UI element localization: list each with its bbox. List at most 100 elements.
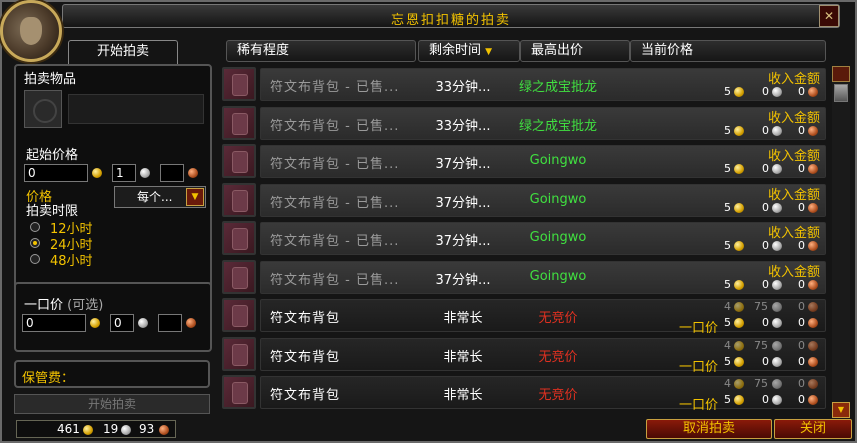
buyout-silver-input[interactable]: 0 xyxy=(110,314,134,332)
top-bidder: Goingwo xyxy=(529,230,587,245)
price-label: 收入金额 xyxy=(767,226,820,241)
close-icon[interactable]: ✕ xyxy=(819,5,839,27)
bid-gold: 4 xyxy=(724,338,731,352)
header-top-bidder[interactable]: 最高出价 xyxy=(520,40,630,62)
price-per-value: 每个... xyxy=(137,190,173,204)
runecloth-bag-icon[interactable] xyxy=(222,182,256,217)
duration-radio-48[interactable] xyxy=(30,254,40,264)
start-price-copper-input[interactable] xyxy=(160,164,184,182)
price-copper: 0 xyxy=(798,162,805,175)
price-copper: 0 xyxy=(798,123,805,137)
buyout-copper-input[interactable] xyxy=(158,314,182,332)
scroll-down-button[interactable]: ▼ xyxy=(832,402,850,418)
silver-coin-icon xyxy=(772,356,782,367)
runecloth-bag-icon[interactable] xyxy=(222,221,256,255)
top-bidder: Goingwo xyxy=(529,268,587,284)
copper-coin-icon xyxy=(808,125,818,136)
item-name: 符文布背包 xyxy=(270,311,341,326)
runecloth-bag-icon[interactable] xyxy=(222,298,256,332)
runecloth-bag-icon[interactable] xyxy=(222,375,256,409)
top-bidder: 无竞价 xyxy=(538,349,578,365)
auction-item-slot[interactable] xyxy=(24,90,62,128)
copper-coin-icon xyxy=(808,379,818,389)
time-left: 33分钟... xyxy=(435,80,491,95)
top-bidder: 无竞价 xyxy=(538,311,578,326)
auction-item-name-box xyxy=(68,94,204,124)
silver-coin-icon xyxy=(772,279,782,290)
price-gold: 5 xyxy=(724,239,731,252)
time-left: 非常长 xyxy=(443,388,483,403)
price-copper: 0 xyxy=(798,277,805,291)
tab-start-auction[interactable]: 开始拍卖 xyxy=(68,40,178,64)
silver-coin-icon xyxy=(772,87,782,97)
table-row[interactable]: 符文布背包 非常长 无竞价 4 75 0 一口价 5 0 0 xyxy=(222,374,826,413)
gold-coin-icon xyxy=(734,87,744,97)
gold-coin-icon xyxy=(734,356,744,367)
runecloth-bag-icon[interactable] xyxy=(222,259,256,294)
buyout-label: 一口价 xyxy=(678,359,718,375)
item-name: 符文布背包 - 已售... xyxy=(270,157,400,172)
item-name: 符文布背包 - 已售... xyxy=(270,234,400,249)
silver-coin-icon xyxy=(772,318,782,328)
header-current-price[interactable]: 当前价格 xyxy=(630,40,826,62)
table-row[interactable]: 符文布背包 - 已售... 37分钟... Goingwo 收入金额 5 0 0 xyxy=(222,182,826,218)
sort-arrow-icon: ▼ xyxy=(485,47,493,57)
price-silver: 0 xyxy=(762,239,769,252)
item-name: 符文布背包 - 已售... xyxy=(270,118,400,134)
character-portrait xyxy=(0,0,62,62)
silver-coin-icon xyxy=(140,168,150,178)
price-per-dropdown[interactable]: 每个... ▼ xyxy=(114,186,206,208)
runecloth-bag-icon[interactable] xyxy=(222,105,256,140)
auction-item-label: 拍卖物品 xyxy=(24,72,77,87)
deposit-label: 保管费： xyxy=(22,371,75,386)
table-row[interactable]: 符文布背包 - 已售... 33分钟... 绿之成宝批龙 收入金额 5 0 0 xyxy=(222,66,826,102)
table-row[interactable]: 符文布背包 - 已售... 37分钟... Goingwo 收入金额 5 0 0 xyxy=(222,143,826,179)
cancel-auction-button[interactable]: 取消拍卖 xyxy=(646,419,772,439)
item-name: 符文布背包 xyxy=(270,388,341,403)
time-left: 37分钟... xyxy=(435,272,491,288)
top-bidder: 绿之成宝批龙 xyxy=(518,118,597,134)
header-rarity[interactable]: 稀有程度 xyxy=(226,40,416,62)
runecloth-bag-icon[interactable] xyxy=(222,67,256,101)
price-silver: 0 xyxy=(762,354,769,368)
table-row[interactable]: 符文布背包 - 已售... 37分钟... Goingwo 收入金额 5 0 0 xyxy=(222,259,826,295)
table-row[interactable]: 符文布背包 - 已售... 37分钟... Goingwo 收入金额 5 0 0 xyxy=(222,220,826,256)
money-gold: 461 xyxy=(57,422,80,436)
time-left: 非常长 xyxy=(443,349,483,365)
price-label: 收入金额 xyxy=(767,110,820,126)
runecloth-bag-icon[interactable] xyxy=(222,144,256,178)
price-gold: 5 xyxy=(724,85,731,98)
price-gold: 5 xyxy=(724,316,731,329)
item-name: 符文布背包 xyxy=(270,349,341,365)
price-gold: 5 xyxy=(724,277,731,291)
table-row[interactable]: 符文布背包 - 已售... 33分钟... 绿之成宝批龙 收入金额 5 0 0 xyxy=(222,105,826,141)
price-gold: 5 xyxy=(724,393,731,406)
table-row[interactable]: 符文布背包 非常长 无竞价 4 75 0 一口价 5 0 0 xyxy=(222,336,826,375)
close-button[interactable]: 关闭 xyxy=(774,419,852,439)
table-row[interactable]: 符文布背包 非常长 无竞价 4 75 0 一口价 5 0 0 xyxy=(222,297,826,336)
item-name: 符文布背包 - 已售... xyxy=(270,272,400,288)
start-price-gold-input[interactable]: 0 xyxy=(24,164,88,182)
copper-coin-icon xyxy=(186,318,196,328)
chevron-down-icon[interactable]: ▼ xyxy=(186,188,204,206)
scrollbar-thumb[interactable] xyxy=(834,84,848,102)
gold-coin-icon xyxy=(734,279,744,290)
header-time-left[interactable]: 剩余时间 ▼ xyxy=(418,40,520,62)
copper-coin-icon xyxy=(808,164,818,174)
silver-coin-icon xyxy=(772,202,782,213)
runecloth-bag-icon[interactable] xyxy=(222,336,256,371)
buyout-label: 一口价 (可选) xyxy=(24,298,104,313)
scrollbar-track[interactable] xyxy=(832,66,850,416)
duration-radio-24[interactable] xyxy=(30,238,40,248)
gold-coin-icon xyxy=(734,318,744,328)
buyout-gold-input[interactable]: 0 xyxy=(22,314,86,332)
price-label: 收入金额 xyxy=(767,187,820,203)
duration-radio-12[interactable] xyxy=(30,222,40,232)
gold-coin-icon xyxy=(83,425,93,435)
start-auction-button[interactable]: 开始拍卖 xyxy=(14,394,210,414)
copper-coin-icon xyxy=(808,356,818,367)
price-silver: 0 xyxy=(762,277,769,291)
start-price-silver-input[interactable]: 1 xyxy=(112,164,136,182)
bid-silver: 75 xyxy=(754,377,768,390)
scroll-up-button[interactable] xyxy=(832,66,850,82)
